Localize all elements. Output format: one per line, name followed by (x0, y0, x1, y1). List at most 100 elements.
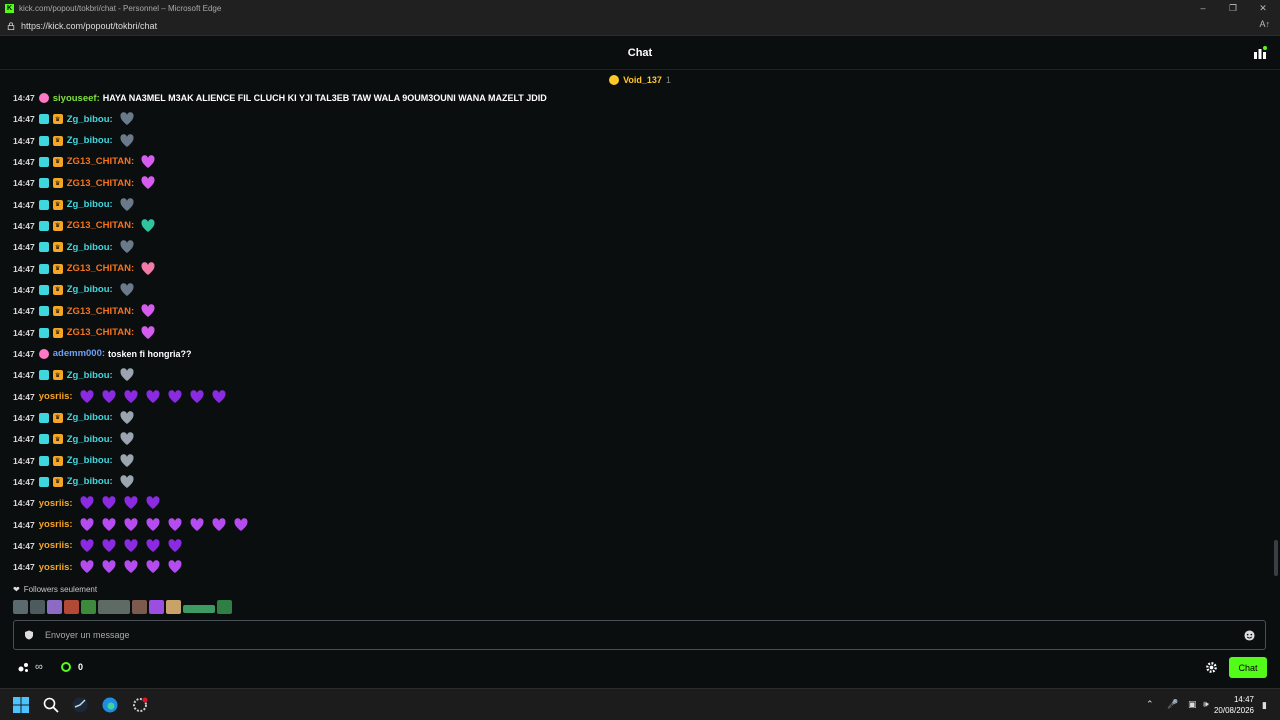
chat-message[interactable]: 14:47 ♛ ZG13_CHITAN: (13, 173, 159, 193)
restore-button[interactable]: ❐ (1218, 0, 1248, 16)
emote-icon[interactable] (123, 495, 139, 511)
emote-icon[interactable] (140, 218, 156, 234)
steam-icon[interactable] (70, 695, 90, 715)
message-username[interactable]: yosriis: (39, 391, 73, 402)
emote-icon[interactable] (167, 517, 183, 533)
emote-icon[interactable] (233, 517, 249, 533)
pinned-gifter[interactable]: Void_137 1 (0, 71, 1280, 89)
emote-icon[interactable] (101, 495, 117, 511)
chat-message[interactable]: 14:47 yosriis: (13, 515, 252, 535)
emote-icon[interactable] (167, 559, 183, 575)
emote-icon[interactable] (166, 600, 181, 614)
message-username[interactable]: Zg_bibou: (67, 476, 113, 487)
crown-badge-icon[interactable]: ♛ (52, 284, 63, 295)
message-username[interactable]: yosriis: (39, 498, 73, 509)
emote-icon[interactable] (101, 559, 117, 575)
chat-message[interactable]: 14:47 yosriis: (13, 387, 230, 407)
send-chat-button[interactable]: Chat (1229, 657, 1267, 678)
subscriber-badge-icon[interactable] (38, 220, 49, 231)
subscriber-badge-icon[interactable] (38, 306, 49, 317)
chat-messages[interactable]: 14:47 siyouseef: HAYA NA3MEL M3AK ALIENCE … (0, 88, 1280, 582)
emote-icon[interactable] (101, 389, 117, 405)
chat-message[interactable]: 14:47 yosriis: (13, 557, 186, 577)
close-button[interactable]: ✕ (1248, 0, 1278, 16)
crown-badge-icon[interactable]: ♛ (52, 370, 63, 381)
emote-icon[interactable] (211, 517, 227, 533)
emote-icon[interactable] (140, 303, 156, 319)
emote-icon[interactable] (140, 154, 156, 170)
emoji-icon[interactable] (1244, 629, 1255, 641)
subscriber-badge-icon[interactable] (38, 284, 49, 295)
message-username[interactable]: siyouseef: (53, 93, 100, 104)
subscriber-badge-icon[interactable] (38, 476, 49, 487)
message-username[interactable]: Zg_bibou: (67, 284, 113, 295)
message-username[interactable]: Zg_bibou: (67, 412, 113, 423)
message-username[interactable]: yosriis: (39, 519, 73, 530)
volume-icon[interactable]: 🕪 (1203, 699, 1209, 710)
og-badge-icon[interactable] (38, 348, 49, 359)
message-username[interactable]: ademm000: (53, 348, 105, 359)
subscriber-badge-icon[interactable] (38, 263, 49, 274)
subscriber-badge-icon[interactable] (38, 412, 49, 423)
message-username[interactable]: Zg_bibou: (67, 370, 113, 381)
message-username[interactable]: ZG13_CHITAN: (67, 327, 134, 338)
emote-icon[interactable] (183, 605, 215, 613)
emote-icon[interactable] (189, 517, 205, 533)
chat-message[interactable]: 14:47 siyouseef: HAYA NA3MEL M3AK ALIENCE … (13, 88, 547, 108)
gear-icon[interactable] (1205, 661, 1218, 674)
emote-icon[interactable] (149, 600, 164, 614)
subscriber-badge-icon[interactable] (38, 199, 49, 210)
emote-icon[interactable] (167, 389, 183, 405)
crown-badge-icon[interactable]: ♛ (52, 327, 63, 338)
emote-icon[interactable] (98, 600, 130, 614)
emote-icon[interactable] (145, 538, 161, 554)
chat-message[interactable]: 14:47 ♛ Zg_bibou: (13, 429, 138, 449)
emote-icon[interactable] (119, 431, 135, 447)
emote-icon[interactable] (119, 197, 135, 213)
chat-message[interactable]: 14:47 yosriis: (13, 493, 164, 513)
message-username[interactable]: ZG13_CHITAN: (67, 263, 134, 274)
emote-icon[interactable] (119, 239, 135, 255)
shield-icon[interactable] (24, 630, 34, 640)
emote-icon[interactable] (119, 410, 135, 426)
crown-badge-icon[interactable]: ♛ (52, 178, 63, 189)
chat-message[interactable]: 14:47 ♛ Zg_bibou: (13, 280, 138, 300)
crown-badge-icon[interactable]: ♛ (52, 434, 63, 445)
subscriber-badge-icon[interactable] (38, 327, 49, 338)
chat-message[interactable]: 14:47 ♛ ZG13_CHITAN: (13, 301, 159, 321)
emote-icon[interactable] (79, 538, 95, 554)
message-username[interactable]: ZG13_CHITAN: (67, 156, 134, 167)
subscriber-badge-icon[interactable] (38, 370, 49, 381)
chat-message[interactable]: 14:47 ♛ ZG13_CHITAN: (13, 152, 159, 172)
start-icon[interactable] (11, 695, 31, 715)
address-bar[interactable]: https://kick.com/popout/tokbri/chat A↑ (0, 16, 1280, 36)
crown-badge-icon[interactable]: ♛ (52, 220, 63, 231)
crown-badge-icon[interactable]: ♛ (52, 306, 63, 317)
edge-icon[interactable] (100, 695, 120, 715)
users-icon[interactable] (1253, 46, 1267, 60)
emote-icon[interactable] (13, 600, 28, 614)
chat-message[interactable]: 14:47 ♛ ZG13_CHITAN: (13, 216, 159, 236)
message-input[interactable] (45, 630, 1244, 640)
chevron-up-icon[interactable]: ⌃ (1146, 699, 1154, 710)
system-clock[interactable]: 14:47 20/08/2026 (1214, 694, 1254, 716)
microphone-icon[interactable]: 🎤 (1167, 699, 1178, 710)
message-username[interactable]: Zg_bibou: (67, 242, 113, 253)
emote-icon[interactable] (119, 111, 135, 127)
subscriber-badge-icon[interactable] (38, 242, 49, 253)
notification-icon[interactable]: ▮ (1262, 700, 1267, 711)
emote-icon[interactable] (123, 538, 139, 554)
message-username[interactable]: Zg_bibou: (67, 434, 113, 445)
chat-message[interactable]: 14:47 ♛ Zg_bibou: (13, 131, 138, 151)
chat-message[interactable]: 14:47 ♛ Zg_bibou: (13, 365, 138, 385)
emote-icon[interactable] (132, 600, 147, 614)
chat-message[interactable]: 14:47 ♛ Zg_bibou: (13, 472, 138, 492)
emote-icon[interactable] (119, 282, 135, 298)
subscriber-badge-icon[interactable] (38, 135, 49, 146)
chat-message[interactable]: 14:47 ♛ Zg_bibou: (13, 408, 138, 428)
emote-icon[interactable] (79, 517, 95, 533)
chat-message[interactable]: 14:47 ♛ ZG13_CHITAN: (13, 323, 159, 343)
emote-icon[interactable] (81, 600, 96, 614)
crown-badge-icon[interactable]: ♛ (52, 242, 63, 253)
og-badge-icon[interactable] (38, 93, 49, 103)
